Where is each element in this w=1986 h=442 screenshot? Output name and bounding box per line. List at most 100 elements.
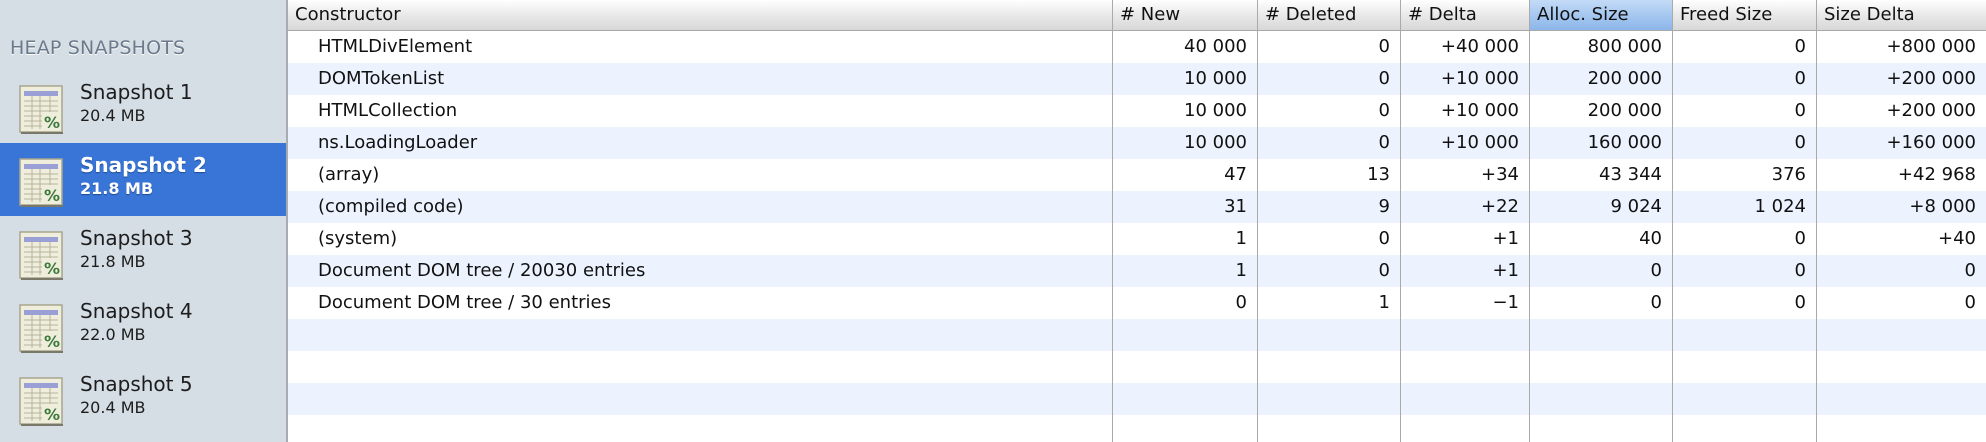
table-row[interactable]: (compiled code) 31 9 +22 9 024 1 024 +8 000	[288, 191, 1986, 223]
constructor-cell: DOMTokenList	[318, 68, 445, 89]
table-row[interactable]: HTMLCollection 10 000 0 +10 000 200 000 0 +200…	[288, 95, 1986, 127]
table-row[interactable]: Document DOM tree / 30 entries 0 1 −1 0 0 0	[288, 287, 1986, 319]
column-header-freed-size[interactable]: Freed Size	[1672, 0, 1816, 30]
heap-snapshot-icon: %	[18, 84, 64, 134]
snapshot-item[interactable]: % Snapshot 1 20.4 MB	[0, 70, 286, 143]
snapshot-size: 20.4 MB	[80, 398, 146, 417]
value-cell: 1	[1235, 228, 1247, 249]
value-cell: 0	[1794, 36, 1806, 57]
column-divider	[1257, 30, 1258, 442]
snapshot-title: Snapshot 2	[80, 153, 207, 177]
empty-row	[288, 351, 1986, 383]
data-grid: Constructor # New # Deleted # Delta Alloc. S…	[288, 0, 1986, 442]
value-cell: 0	[1794, 100, 1806, 121]
value-cell: 13	[1367, 164, 1390, 185]
value-cell: +40	[1938, 228, 1976, 249]
table-row[interactable]: (array) 47 13 +34 43 344 376 +42 968	[288, 159, 1986, 191]
value-cell: +160 000	[1886, 132, 1976, 153]
value-cell: 9	[1378, 196, 1390, 217]
snapshot-item[interactable]: % Snapshot 3 21.8 MB	[0, 216, 286, 289]
column-divider	[1112, 30, 1113, 442]
sidebar: HEAP SNAPSHOTS % Snapshot 1 20.4 MB% Snapsh…	[0, 0, 288, 442]
value-cell: +10 000	[1440, 100, 1519, 121]
empty-row	[288, 319, 1986, 351]
heap-snapshot-icon: %	[18, 157, 64, 207]
constructor-cell: (array)	[318, 164, 380, 185]
value-cell: 0	[1378, 228, 1390, 249]
column-header-delta[interactable]: # Delta	[1400, 0, 1529, 30]
value-cell: 1 024	[1754, 196, 1806, 217]
value-cell: 0	[1235, 292, 1247, 313]
table-row[interactable]: (system) 1 0 +1 40 0 +40	[288, 223, 1986, 255]
table-row[interactable]: ns.LoadingLoader 10 000 0 +10 000 160 000 0 +1…	[288, 127, 1986, 159]
snapshot-size: 20.4 MB	[80, 106, 146, 125]
column-header-size-delta[interactable]: Size Delta	[1816, 0, 1986, 30]
value-cell: 0	[1794, 68, 1806, 89]
empty-row	[288, 383, 1986, 415]
heap-snapshot-icon: %	[18, 376, 64, 426]
svg-text:%: %	[44, 259, 60, 278]
column-divider	[1400, 30, 1401, 442]
column-header-new[interactable]: # New	[1112, 0, 1257, 30]
sidebar-heading: HEAP SNAPSHOTS	[10, 37, 186, 59]
value-cell: 0	[1378, 260, 1390, 281]
column-header-alloc-size[interactable]: Alloc. Size	[1529, 0, 1672, 30]
value-cell: 376	[1771, 164, 1806, 185]
snapshot-title: Snapshot 3	[80, 226, 193, 250]
value-cell: 0	[1794, 132, 1806, 153]
value-cell: 0	[1378, 68, 1390, 89]
value-cell: +1	[1492, 228, 1519, 249]
value-cell: +800 000	[1886, 36, 1976, 57]
snapshot-item[interactable]: % Snapshot 4 22.0 MB	[0, 289, 286, 362]
value-cell: +8 000	[1909, 196, 1976, 217]
heap-snapshot-icon: %	[18, 303, 64, 353]
value-cell: 0	[1378, 100, 1390, 121]
value-cell: 0	[1964, 292, 1976, 313]
value-cell: 9 024	[1610, 196, 1662, 217]
value-cell: 0	[1794, 228, 1806, 249]
table-row[interactable]: DOMTokenList 10 000 0 +10 000 200 000 0 +200 0…	[288, 63, 1986, 95]
snapshot-title: Snapshot 4	[80, 299, 193, 323]
value-cell: +42 968	[1897, 164, 1976, 185]
value-cell: 800 000	[1587, 36, 1662, 57]
svg-text:%: %	[44, 113, 60, 132]
constructor-cell: (compiled code)	[318, 196, 464, 217]
svg-text:%: %	[44, 186, 60, 205]
value-cell: −1	[1492, 292, 1519, 313]
svg-text:%: %	[44, 405, 60, 424]
table-row[interactable]: Document DOM tree / 20030 entries 1 0 +1 0 0 0	[288, 255, 1986, 287]
value-cell: 40 000	[1184, 36, 1247, 57]
column-divider	[1672, 30, 1673, 442]
value-cell: 47	[1224, 164, 1247, 185]
svg-text:%: %	[44, 332, 60, 351]
value-cell: +22	[1481, 196, 1519, 217]
snapshot-item[interactable]: % Snapshot 2 21.8 MB	[0, 143, 286, 216]
value-cell: 200 000	[1587, 68, 1662, 89]
value-cell: 10 000	[1184, 68, 1247, 89]
value-cell: 0	[1650, 292, 1662, 313]
heap-snapshot-icon: %	[18, 230, 64, 280]
constructor-cell: HTMLDivElement	[318, 36, 473, 57]
snapshot-size: 21.8 MB	[80, 179, 154, 198]
value-cell: 40	[1639, 228, 1662, 249]
value-cell: +34	[1481, 164, 1519, 185]
value-cell: 31	[1224, 196, 1247, 217]
snapshot-item[interactable]: % Snapshot 5 20.4 MB	[0, 362, 286, 435]
value-cell: 1	[1378, 292, 1390, 313]
constructor-cell: Document DOM tree / 20030 entries	[318, 260, 646, 281]
table-row[interactable]: HTMLDivElement 40 000 0 +40 000 800 000 0 +800…	[288, 31, 1986, 63]
value-cell: 10 000	[1184, 100, 1247, 121]
column-divider	[1529, 30, 1530, 442]
value-cell: 43 344	[1599, 164, 1662, 185]
value-cell: +40 000	[1440, 36, 1519, 57]
column-divider	[1816, 30, 1817, 442]
value-cell: +10 000	[1440, 68, 1519, 89]
snapshot-title: Snapshot 1	[80, 80, 193, 104]
value-cell: 200 000	[1587, 100, 1662, 121]
value-cell: 160 000	[1587, 132, 1662, 153]
column-header-deleted[interactable]: # Deleted	[1257, 0, 1400, 30]
column-header-constructor[interactable]: Constructor	[288, 0, 1112, 30]
value-cell: 10 000	[1184, 132, 1247, 153]
value-cell: 0	[1378, 36, 1390, 57]
value-cell: +1	[1492, 260, 1519, 281]
